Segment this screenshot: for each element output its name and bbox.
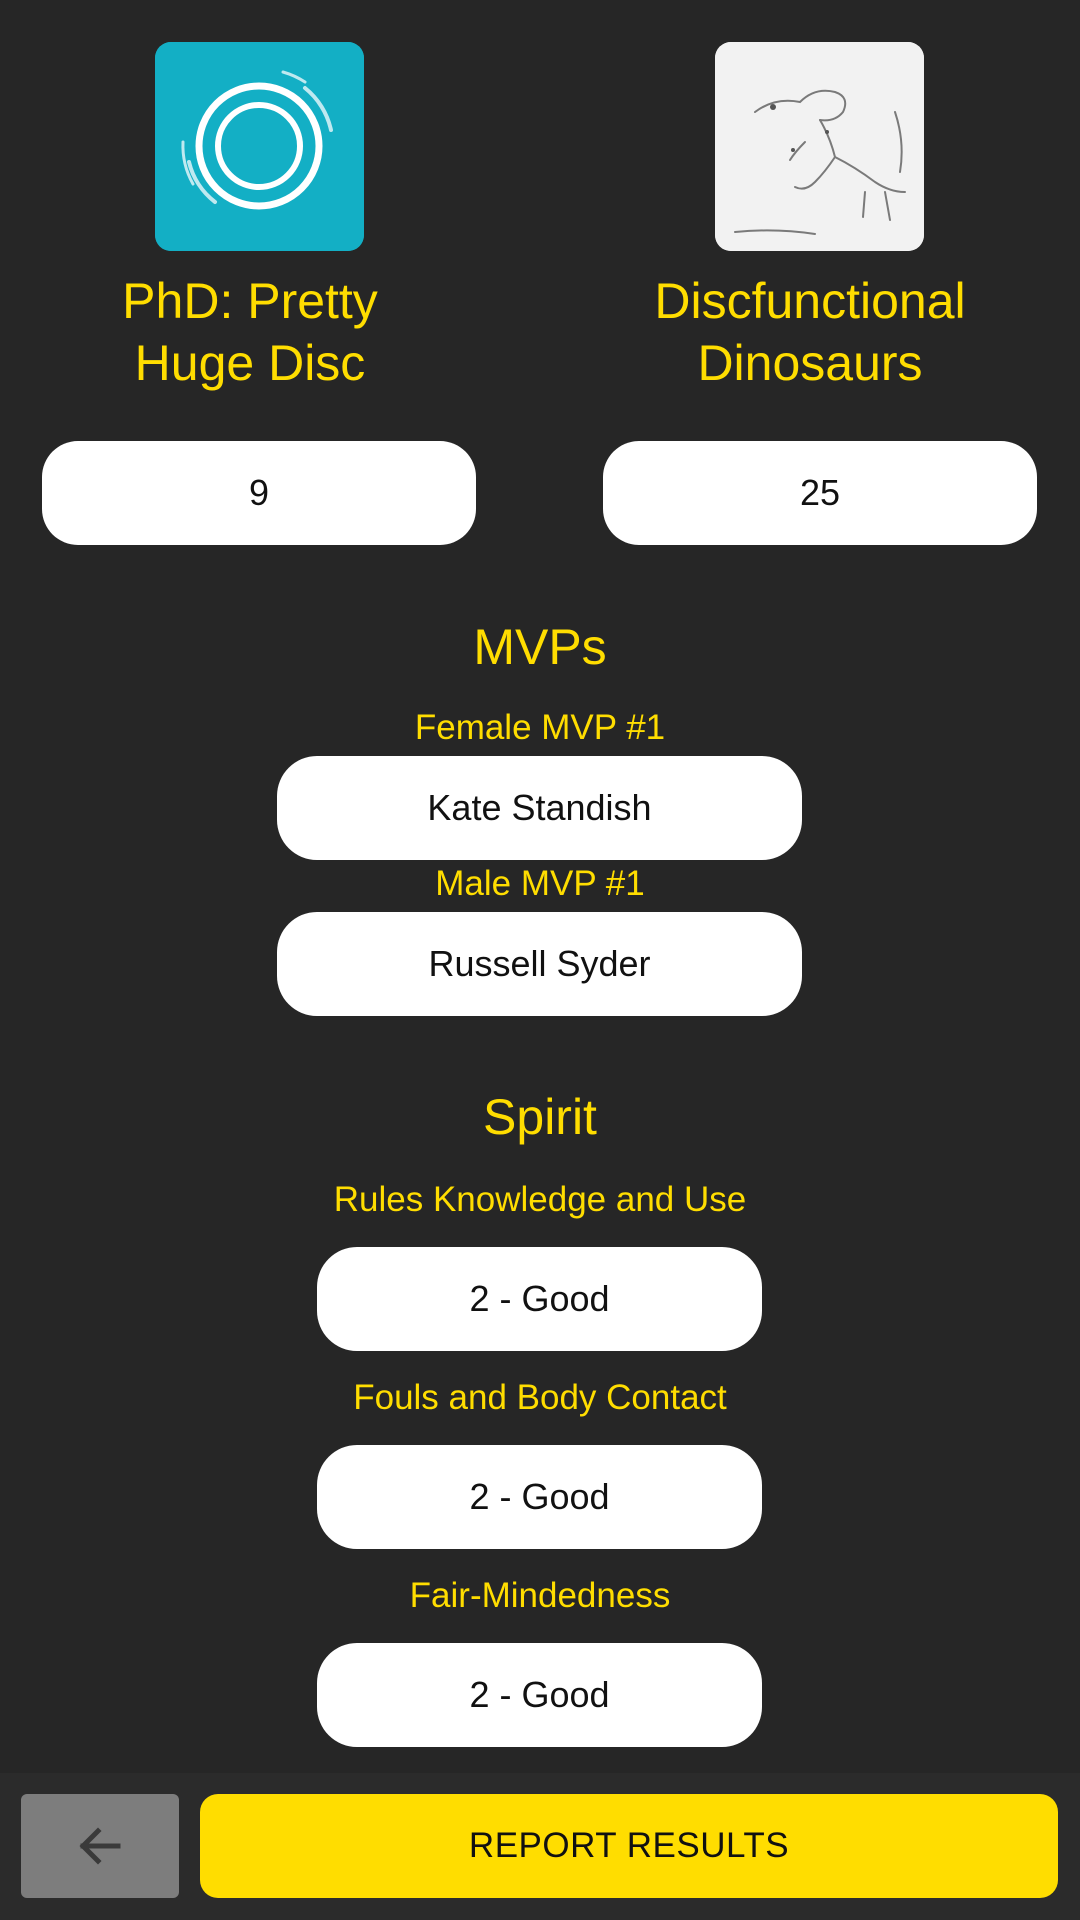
fouls-body-contact-select[interactable]: 2 - Good xyxy=(317,1445,762,1549)
spirit-section-title: Spirit xyxy=(483,1089,597,1145)
team-name-right: Discfunctional Dinosaurs xyxy=(654,273,966,391)
spinning-disc-logo xyxy=(155,42,364,251)
disc-logo-icon xyxy=(155,42,364,251)
fouls-body-contact-label: Fouls and Body Contact xyxy=(353,1378,727,1417)
fair-mindedness-select[interactable]: 2 - Good xyxy=(317,1643,762,1747)
report-results-screen: PhD: Pretty Huge Disc Discfunctional Din… xyxy=(0,0,1080,1920)
mvps-section-title: MVPs xyxy=(473,619,607,675)
left-score-input[interactable]: 9 xyxy=(42,441,476,545)
back-button[interactable] xyxy=(21,1794,179,1898)
dinosaur-sketch-logo xyxy=(715,42,924,251)
male-mvp-label: Male MVP #1 xyxy=(435,864,645,903)
rules-knowledge-label: Rules Knowledge and Use xyxy=(333,1180,747,1219)
fair-mindedness-label: Fair-Mindedness xyxy=(409,1576,671,1615)
rules-knowledge-select[interactable]: 2 - Good xyxy=(317,1247,762,1351)
report-results-button[interactable]: REPORT RESULTS xyxy=(200,1794,1058,1898)
arrow-left-icon xyxy=(79,1827,121,1865)
right-score-input[interactable]: 25 xyxy=(603,441,1037,545)
female-mvp-label: Female MVP #1 xyxy=(414,708,666,747)
female-mvp-select[interactable]: Kate Standish xyxy=(277,756,802,860)
male-mvp-select[interactable]: Russell Syder xyxy=(277,912,802,1016)
dinosaur-logo-icon xyxy=(715,42,924,251)
team-name-left: PhD: Pretty Huge Disc xyxy=(122,273,378,391)
